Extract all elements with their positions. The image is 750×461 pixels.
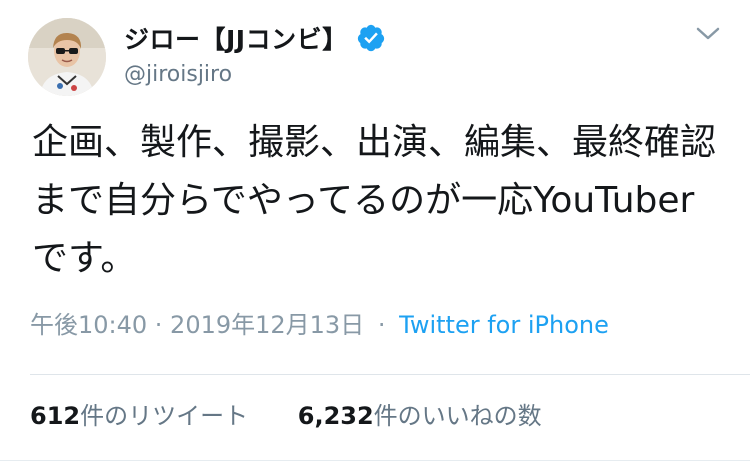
retweets-label: 件のリツイート: [80, 402, 249, 430]
likes-count: 6,232: [297, 402, 374, 430]
verified-badge-icon: [356, 23, 386, 53]
likes-stat[interactable]: 6,232件のいいねの数: [298, 396, 542, 431]
author-handle[interactable]: @jiroisjiro: [124, 62, 690, 87]
divider: [30, 374, 750, 375]
meta-separator: ·: [377, 311, 386, 339]
likes-label: 件のいいねの数: [373, 402, 542, 430]
chevron-down-icon[interactable]: [694, 24, 722, 44]
tweet-card: ジロー【JJコンビ】 @jiroisjiro 企画、製作、撮影、出演、編集、最終…: [0, 0, 750, 461]
tweet-header: ジロー【JJコンビ】 @jiroisjiro: [124, 20, 690, 87]
retweets-count: 612: [30, 402, 81, 430]
tweet-source-link[interactable]: Twitter for iPhone: [399, 311, 609, 339]
tweet-timestamp[interactable]: 午後10:40 · 2019年12月13日: [30, 311, 364, 339]
tweet-meta: 午後10:40 · 2019年12月13日 · Twitter for iPho…: [30, 305, 609, 340]
tweet-text: 企画、製作、撮影、出演、編集、最終確認まで自分らでやってるのが一応YouTube…: [32, 122, 717, 279]
name-row: ジロー【JJコンビ】: [124, 20, 690, 56]
avatar[interactable]: [28, 18, 106, 96]
avatar-image: [28, 18, 106, 96]
retweets-stat[interactable]: 612件のリツイート: [30, 396, 248, 431]
tweet-stats: 612件のリツイート 6,232件のいいねの数: [30, 396, 584, 431]
author-display-name[interactable]: ジロー【JJコンビ】: [124, 20, 348, 56]
